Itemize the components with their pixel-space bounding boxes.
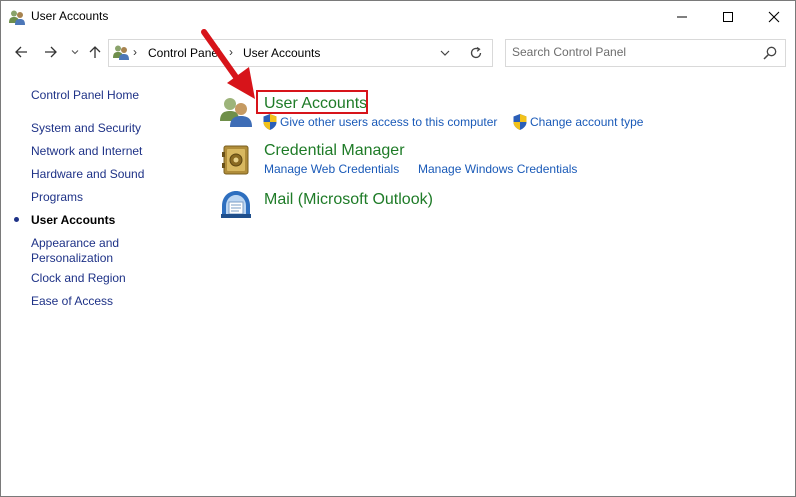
give-users-access-link[interactable]: Give other users access to this computer	[280, 115, 497, 129]
manage-windows-credentials-link[interactable]: Manage Windows Credentials	[418, 162, 577, 176]
mail-outlook-title-link[interactable]: Mail (Microsoft Outlook)	[264, 191, 433, 209]
close-button[interactable]	[751, 1, 796, 32]
chevron-down-icon	[440, 50, 450, 56]
change-account-type-link[interactable]: Change account type	[530, 115, 643, 129]
breadcrumb-control-panel[interactable]: Control Panel	[148, 46, 221, 60]
title-bar: User Accounts	[1, 1, 795, 32]
search-box[interactable]	[505, 39, 786, 67]
search-input[interactable]	[512, 44, 752, 60]
sidebar-item-programs[interactable]: Programs	[31, 190, 83, 205]
maximize-icon	[723, 11, 733, 22]
breadcrumb-separator[interactable]: ›	[133, 45, 137, 59]
close-icon	[768, 11, 780, 22]
chevron-down-icon	[71, 50, 79, 55]
user-accounts-icon	[9, 10, 25, 25]
breadcrumb-user-accounts[interactable]: User Accounts	[243, 46, 320, 60]
arrow-left-icon	[15, 46, 27, 58]
current-item-bullet	[14, 217, 19, 222]
user-accounts-icon[interactable]	[219, 95, 253, 129]
arrow-right-icon	[45, 46, 57, 58]
maximize-button[interactable]	[705, 1, 751, 32]
sidebar-item-system-security[interactable]: System and Security	[31, 121, 141, 136]
manage-web-credentials-link[interactable]: Manage Web Credentials	[264, 162, 399, 176]
uac-shield-icon	[513, 114, 527, 130]
arrow-up-icon	[89, 46, 101, 58]
sidebar-item-ease-of-access[interactable]: Ease of Access	[31, 294, 113, 309]
credential-manager-title-link[interactable]: Credential Manager	[264, 142, 405, 160]
forward-button[interactable]	[41, 42, 61, 62]
refresh-button[interactable]	[460, 39, 493, 67]
breadcrumb-separator[interactable]: ›	[229, 45, 233, 59]
annotation-highlight-box	[256, 90, 368, 114]
window: User Accounts › Control Panel › User Acc…	[0, 0, 796, 497]
sidebar-item-network-internet[interactable]: Network and Internet	[31, 144, 142, 159]
minimize-button[interactable]	[659, 1, 705, 32]
address-bar[interactable]: › Control Panel › User Accounts	[108, 39, 461, 67]
recent-locations-button[interactable]	[65, 42, 85, 62]
minimize-icon	[677, 16, 687, 17]
sidebar-item-hardware-sound[interactable]: Hardware and Sound	[31, 167, 144, 182]
uac-shield-icon	[263, 114, 277, 130]
sidebar-item-clock-region[interactable]: Clock and Region	[31, 271, 126, 286]
credential-manager-icon[interactable]	[219, 143, 253, 177]
up-button[interactable]	[85, 42, 105, 62]
sidebar-item-appearance[interactable]: Appearance and	[31, 236, 119, 251]
sidebar-item-user-accounts: User Accounts	[31, 213, 116, 227]
mail-icon[interactable]	[219, 187, 253, 221]
refresh-icon	[470, 46, 482, 59]
address-dropdown-button[interactable]	[437, 45, 453, 61]
back-button[interactable]	[11, 42, 31, 62]
sidebar-item-personalization[interactable]: Personalization	[31, 251, 113, 266]
navigation-bar: › Control Panel › User Accounts	[1, 37, 795, 67]
search-icon[interactable]	[762, 45, 778, 61]
user-accounts-icon	[113, 45, 129, 60]
window-title: User Accounts	[31, 9, 109, 23]
control-panel-home-link[interactable]: Control Panel Home	[31, 88, 139, 103]
